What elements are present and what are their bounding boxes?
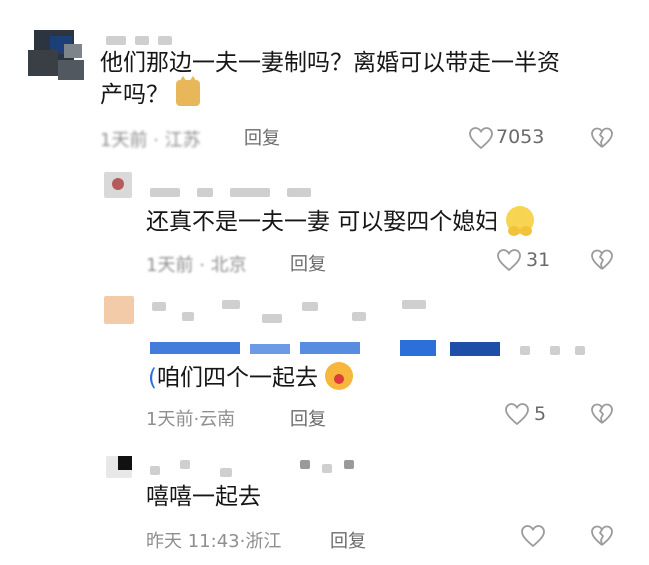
heart-outline-icon[interactable] (468, 126, 494, 150)
comment-text: 还真不是一夫一妻 可以娶四个媳妇 (146, 206, 534, 238)
reply-button[interactable]: 回复 (290, 250, 326, 276)
reply-button[interactable]: 回复 (330, 527, 366, 553)
comment-meta: 1天前 · 北京 (146, 255, 247, 276)
replier-name-blurred[interactable] (150, 182, 330, 197)
replier-name-blurred[interactable] (150, 458, 370, 478)
comment-meta: 1天前·云南 (146, 409, 236, 430)
hugging-face-emoji-icon (325, 362, 354, 390)
cat-emoji-icon (176, 76, 201, 106)
commenter-name-blurred[interactable] (106, 30, 216, 45)
replier-avatar[interactable] (104, 296, 134, 324)
broken-heart-icon[interactable] (590, 524, 614, 548)
like-count: 31 (526, 249, 551, 271)
comment-text: (咱们四个一起去 (148, 362, 354, 394)
broken-heart-icon[interactable] (590, 402, 614, 426)
pleading-face-emoji-icon (505, 206, 534, 236)
reply-button[interactable]: 回复 (290, 405, 326, 431)
broken-heart-icon[interactable] (590, 248, 614, 272)
comment-text: 嘻嘻一起去 (146, 484, 261, 510)
mention-blurred[interactable] (150, 338, 590, 362)
commenter-avatar[interactable] (28, 30, 88, 82)
broken-heart-icon[interactable] (590, 126, 614, 150)
comment-meta: 1天前 · 江苏 (100, 130, 201, 151)
like-count: 7053 (496, 126, 545, 148)
comment-meta: 昨天 11:43·浙江 (146, 531, 282, 552)
comment-text: 他们那边一夫一妻制吗？离婚可以带走一半资 产吗？ (100, 50, 560, 108)
replier-name-blurred[interactable] (152, 298, 452, 326)
heart-outline-icon[interactable] (520, 524, 546, 548)
heart-outline-icon[interactable] (504, 402, 530, 426)
replier-avatar[interactable] (106, 456, 132, 478)
replier-avatar[interactable] (104, 172, 132, 198)
like-count: 5 (534, 403, 547, 425)
reply-button[interactable]: 回复 (244, 124, 280, 150)
heart-outline-icon[interactable] (496, 248, 522, 272)
